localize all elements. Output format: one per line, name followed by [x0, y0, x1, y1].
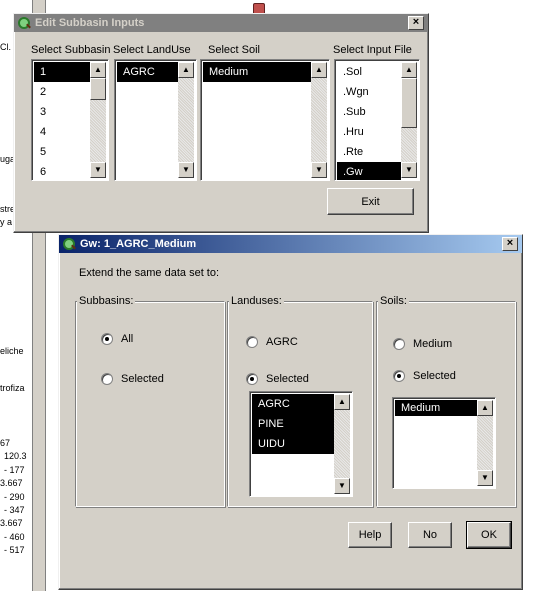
background-text: 67 — [0, 438, 11, 448]
close-icon[interactable]: × — [408, 16, 424, 30]
arrow-down-icon[interactable]: ▼ — [90, 162, 106, 178]
list-item[interactable]: .Gw — [337, 162, 401, 180]
background-text: - 460 — [4, 532, 25, 542]
background-text: 3.667 — [0, 518, 23, 528]
arrow-up-icon[interactable]: ▲ — [311, 62, 327, 78]
radio-label: All — [121, 333, 134, 345]
soils-scrollbar[interactable]: ▲ ▼ — [477, 400, 493, 486]
list-item[interactable]: UIDU — [252, 434, 336, 454]
background-text: - 177 — [4, 465, 25, 475]
soils-group-title: Soils: — [378, 295, 409, 307]
radio-dot[interactable] — [246, 373, 258, 385]
close-icon[interactable]: × — [502, 237, 518, 251]
magnifier-globe-icon — [62, 237, 76, 251]
arrow-down-icon[interactable]: ▼ — [334, 478, 350, 494]
radio-label: Selected — [413, 370, 456, 382]
edit-subbasin-window: Edit Subbasin Inputs × Select Subbasin S… — [13, 13, 429, 233]
list-item[interactable]: AGRC — [252, 394, 336, 414]
soils-selected-radio[interactable]: Selected — [393, 370, 456, 382]
background-text: y a — [0, 217, 13, 227]
landuse-scrollbar[interactable]: ▲ ▼ — [178, 62, 194, 178]
subbasin-header: Select Subbasin — [31, 44, 111, 56]
soil-list[interactable]: Medium ▲ ▼ — [200, 59, 330, 181]
background-text: eliche — [0, 346, 24, 356]
background-text: - 517 — [4, 545, 25, 555]
radio-dot[interactable] — [246, 336, 258, 348]
subbasins-selected-radio[interactable]: Selected — [101, 373, 164, 385]
radio-label: Selected — [121, 373, 164, 385]
input-file-list[interactable]: .Sol .Wgn .Sub .Hru .Rte .Gw ▲ ▼ — [334, 59, 420, 181]
subbasins-all-radio[interactable]: All — [101, 333, 133, 345]
radio-dot[interactable] — [393, 370, 405, 382]
landuses-single-radio[interactable]: AGRC — [246, 336, 298, 348]
background-text: trofiza — [0, 383, 25, 393]
soil-scrollbar[interactable]: ▲ ▼ — [311, 62, 327, 178]
list-item[interactable]: 4 — [34, 122, 90, 142]
list-item[interactable]: PINE — [252, 414, 336, 434]
subbasin-scrollbar[interactable]: ▲ ▼ — [90, 62, 106, 178]
soils-single-radio[interactable]: Medium — [393, 338, 452, 350]
landuses-group-title: Landuses: — [229, 295, 284, 307]
instruction-text: Extend the same data set to: — [79, 267, 220, 279]
list-item[interactable]: 2 — [34, 82, 90, 102]
gw-window: Gw: 1_AGRC_Medium × Extend the same data… — [58, 234, 523, 590]
background-text: - 290 — [4, 492, 25, 502]
landuses-scrollbar[interactable]: ▲ ▼ — [334, 394, 350, 494]
gw-window-titlebar[interactable]: Gw: 1_AGRC_Medium × — [59, 235, 522, 253]
scroll-thumb[interactable] — [401, 78, 417, 128]
arrow-down-icon[interactable]: ▼ — [311, 162, 327, 178]
scroll-thumb[interactable] — [90, 78, 106, 100]
arrow-up-icon[interactable]: ▲ — [334, 394, 350, 410]
list-item[interactable]: .Rte — [337, 142, 401, 162]
background-text: Cl. — [0, 42, 11, 52]
list-item[interactable]: 6 — [34, 162, 90, 180]
arrow-up-icon[interactable]: ▲ — [477, 400, 493, 416]
arrow-down-icon[interactable]: ▼ — [477, 470, 493, 486]
help-button[interactable]: Help — [348, 522, 392, 548]
arrow-down-icon[interactable]: ▼ — [401, 162, 417, 178]
landuse-list[interactable]: AGRC ▲ ▼ — [114, 59, 197, 181]
background-text: 3.667 — [0, 478, 23, 488]
radio-label: AGRC — [266, 336, 298, 348]
edit-window-titlebar[interactable]: Edit Subbasin Inputs × — [14, 14, 428, 32]
arrow-up-icon[interactable]: ▲ — [401, 62, 417, 78]
no-button[interactable]: No — [408, 522, 452, 548]
list-item[interactable]: Medium — [395, 400, 479, 416]
input-file-scrollbar[interactable]: ▲ ▼ — [401, 62, 417, 178]
radio-dot[interactable] — [101, 373, 113, 385]
radio-label: Medium — [413, 338, 453, 350]
exit-button[interactable]: Exit — [327, 188, 414, 215]
list-item[interactable]: .Hru — [337, 122, 401, 142]
soil-header: Select Soil — [208, 44, 260, 56]
arrow-up-icon[interactable]: ▲ — [178, 62, 194, 78]
subbasins-group — [75, 301, 225, 507]
landuses-list[interactable]: AGRC PINE UIDU ▲ ▼ — [249, 391, 353, 497]
landuse-header: Select LandUse — [113, 44, 191, 56]
arrow-down-icon[interactable]: ▼ — [178, 162, 194, 178]
list-item[interactable]: AGRC — [117, 62, 178, 82]
background-text: - 347 — [4, 505, 25, 515]
landuses-selected-radio[interactable]: Selected — [246, 373, 309, 385]
background-text: 120.3 — [4, 451, 27, 461]
ok-button[interactable]: OK — [466, 521, 512, 549]
edit-window-title: Edit Subbasin Inputs — [35, 17, 145, 29]
subbasins-group-title: Subbasins: — [77, 295, 136, 307]
radio-label: Selected — [266, 373, 309, 385]
subbasin-list[interactable]: 1 2 3 4 5 6 ▲ ▼ — [31, 59, 109, 181]
list-item[interactable]: .Sub — [337, 102, 401, 122]
list-item[interactable]: 3 — [34, 102, 90, 122]
list-item[interactable]: 1 — [34, 62, 90, 82]
radio-dot[interactable] — [101, 333, 113, 345]
soils-list[interactable]: Medium ▲ ▼ — [392, 397, 496, 489]
arrow-up-icon[interactable]: ▲ — [90, 62, 106, 78]
list-item[interactable]: .Wgn — [337, 82, 401, 102]
magnifier-globe-icon — [17, 16, 31, 30]
list-item[interactable]: .Sol — [337, 62, 401, 82]
list-item[interactable]: 5 — [34, 142, 90, 162]
gw-window-title: Gw: 1_AGRC_Medium — [80, 238, 197, 250]
radio-dot[interactable] — [393, 338, 405, 350]
input-file-header: Select Input File — [333, 44, 412, 56]
list-item[interactable]: Medium — [203, 62, 311, 82]
